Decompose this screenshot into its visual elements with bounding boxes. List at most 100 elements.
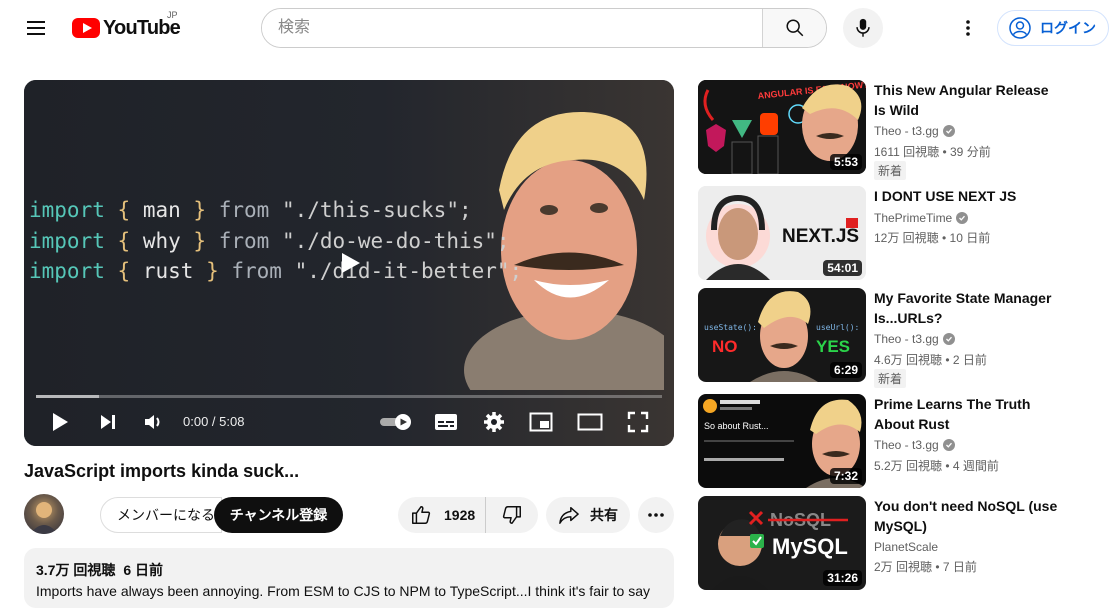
next-button[interactable]	[94, 408, 122, 436]
center-play-icon[interactable]	[332, 248, 368, 278]
new-badge: 新着	[874, 369, 907, 388]
more-actions-button[interactable]	[638, 497, 674, 533]
video-thumbnail[interactable]: NoSQL MySQL 31:26	[698, 496, 866, 590]
recommendation-title[interactable]: I DONT USE NEXT JS	[874, 186, 1064, 206]
search-icon	[785, 19, 803, 37]
channel-name: Theo - t3.gg	[874, 438, 939, 452]
skip-next-icon	[101, 415, 115, 429]
masthead: YouTube JP ログイン	[0, 0, 1109, 56]
vertical-dots-icon	[966, 20, 970, 36]
recommendation-title[interactable]: This New Angular Release Is Wild	[874, 80, 1064, 120]
like-button[interactable]: 1928	[398, 497, 486, 533]
play-button[interactable]	[46, 408, 74, 436]
login-label: ログイン	[1040, 20, 1096, 36]
recommendation-meta: 5.2万 回視聴 • 4 週間前	[874, 459, 999, 473]
recommendation-item[interactable]: NoSQL MySQL 31:26 You don't need NoSQL (…	[698, 496, 1098, 592]
join-membership-button[interactable]: メンバーになる	[100, 497, 222, 533]
code-line: import { man } from "./this-sucks";	[29, 198, 472, 222]
svg-text:NO: NO	[712, 337, 738, 356]
horizontal-dots-icon	[648, 513, 664, 517]
svg-text:NEXT.JS: NEXT.JS	[782, 226, 859, 247]
svg-text:So about Rust...: So about Rust...	[704, 421, 769, 431]
share-button[interactable]: 共有	[546, 497, 630, 533]
channel-name: Theo - t3.gg	[874, 332, 939, 346]
share-label: 共有	[590, 507, 618, 523]
like-count: 1928	[444, 507, 476, 523]
code-line: import { rust } from "./did-it-better";	[29, 259, 523, 283]
description-meta: 3.7万 回視聴 6 日前	[36, 560, 662, 580]
video-title: JavaScript imports kinda suck...	[24, 461, 300, 481]
recommendation-meta: 2万 回視聴 • 7 日前	[874, 560, 977, 574]
autoplay-toggle[interactable]	[378, 408, 414, 436]
microphone-icon	[856, 18, 870, 37]
voice-search-button[interactable]	[843, 8, 883, 48]
subscribe-button[interactable]: チャンネル登録	[214, 497, 343, 533]
verified-icon	[956, 212, 969, 224]
channel-avatar[interactable]	[24, 494, 64, 534]
recommendation-item[interactable]: useState(): NO useUrl(): YES 6:29 My Fav…	[698, 288, 1098, 388]
fullscreen-icon	[627, 411, 649, 433]
svg-text:MySQL: MySQL	[772, 534, 848, 559]
recommendation-channel[interactable]: Theo - t3.gg	[874, 332, 955, 346]
recommendation-meta: 4.6万 回視聴 • 2 日前	[874, 353, 987, 367]
recommendation-title[interactable]: My Favorite State Manager Is...URLs?	[874, 288, 1064, 328]
verified-icon	[942, 125, 955, 137]
settings-button[interactable]	[480, 408, 508, 436]
settings-more-button[interactable]	[948, 8, 988, 48]
search-button[interactable]	[762, 9, 826, 47]
description-box[interactable]: 3.7万 回視聴 6 日前 Imports have always been an…	[24, 548, 674, 608]
theater-mode-button[interactable]	[576, 408, 604, 436]
channel-name: Theo - t3.gg	[874, 124, 939, 138]
description-text: Imports have always been annoying. From …	[36, 583, 650, 599]
video-duration: 5:53	[829, 154, 862, 170]
recommendation-channel[interactable]: ThePrimeTime	[874, 211, 969, 225]
video-duration: 54:01	[823, 260, 862, 276]
verified-icon	[942, 439, 955, 451]
recommendation-item[interactable]: ANGULAR IS FAST NOW?? 5:53 This New Angu…	[698, 80, 1098, 180]
fullscreen-button[interactable]	[624, 408, 652, 436]
share-icon	[559, 507, 579, 524]
login-button[interactable]: ログイン	[997, 10, 1109, 46]
recommendation-meta: 12万 回視聴 • 10 日前	[874, 231, 991, 245]
menu-icon[interactable]	[16, 12, 56, 44]
account-circle-icon	[1009, 17, 1031, 39]
search-input[interactable]	[262, 9, 762, 47]
dislike-button[interactable]	[486, 497, 538, 533]
recommendation-item[interactable]: So about Rust... 7:32 Prime Learns The T…	[698, 394, 1098, 490]
verified-icon	[942, 333, 955, 345]
recommendation-item[interactable]: NEXT.JS 54:01 I DONT USE NEXT JS ThePrim…	[698, 186, 1098, 282]
recommendation-channel[interactable]: Theo - t3.gg	[874, 438, 955, 452]
new-badge: 新着	[874, 161, 907, 180]
upload-date: 6 日前	[123, 562, 164, 578]
miniplayer-icon	[529, 412, 553, 432]
video-thumbnail[interactable]: So about Rust... 7:32	[698, 394, 866, 488]
recommendation-title[interactable]: Prime Learns The Truth About Rust	[874, 394, 1064, 434]
code-overlay: import { man } from "./this-sucks"; impor…	[29, 195, 522, 287]
progress-bar[interactable]	[36, 395, 662, 398]
country-code: JP	[167, 10, 178, 20]
thumbs-up-icon	[412, 506, 431, 524]
theater-mode-icon	[577, 413, 603, 431]
thumbs-down-icon	[502, 506, 521, 524]
avatar-image	[30, 502, 58, 534]
volume-button[interactable]	[140, 408, 168, 436]
view-count: 3.7万 回視聴	[36, 562, 116, 578]
time-display: 0:00 / 5:08	[183, 414, 245, 429]
youtube-play-icon	[72, 18, 100, 38]
channel-name: PlanetScale	[874, 540, 939, 554]
video-duration: 7:32	[829, 468, 862, 484]
subtitles-button[interactable]	[432, 408, 460, 436]
recommendation-meta: 1611 回視聴 • 39 分前	[874, 145, 991, 159]
channel-name: ThePrimeTime	[874, 211, 953, 225]
video-thumbnail[interactable]: useState(): NO useUrl(): YES 6:29	[698, 288, 866, 382]
recommendation-channel[interactable]: PlanetScale	[874, 540, 938, 554]
video-thumbnail[interactable]: ANGULAR IS FAST NOW?? 5:53	[698, 80, 866, 174]
video-duration: 6:29	[829, 362, 862, 378]
video-player[interactable]: import { man } from "./this-sucks"; impor…	[24, 80, 674, 446]
video-thumbnail[interactable]: NEXT.JS 54:01	[698, 186, 866, 280]
recommendation-title[interactable]: You don't need NoSQL (use MySQL)	[874, 496, 1064, 536]
youtube-logo[interactable]: YouTube	[72, 16, 181, 40]
play-icon	[53, 413, 68, 431]
miniplayer-button[interactable]	[527, 408, 555, 436]
recommendation-channel[interactable]: Theo - t3.gg	[874, 124, 955, 138]
